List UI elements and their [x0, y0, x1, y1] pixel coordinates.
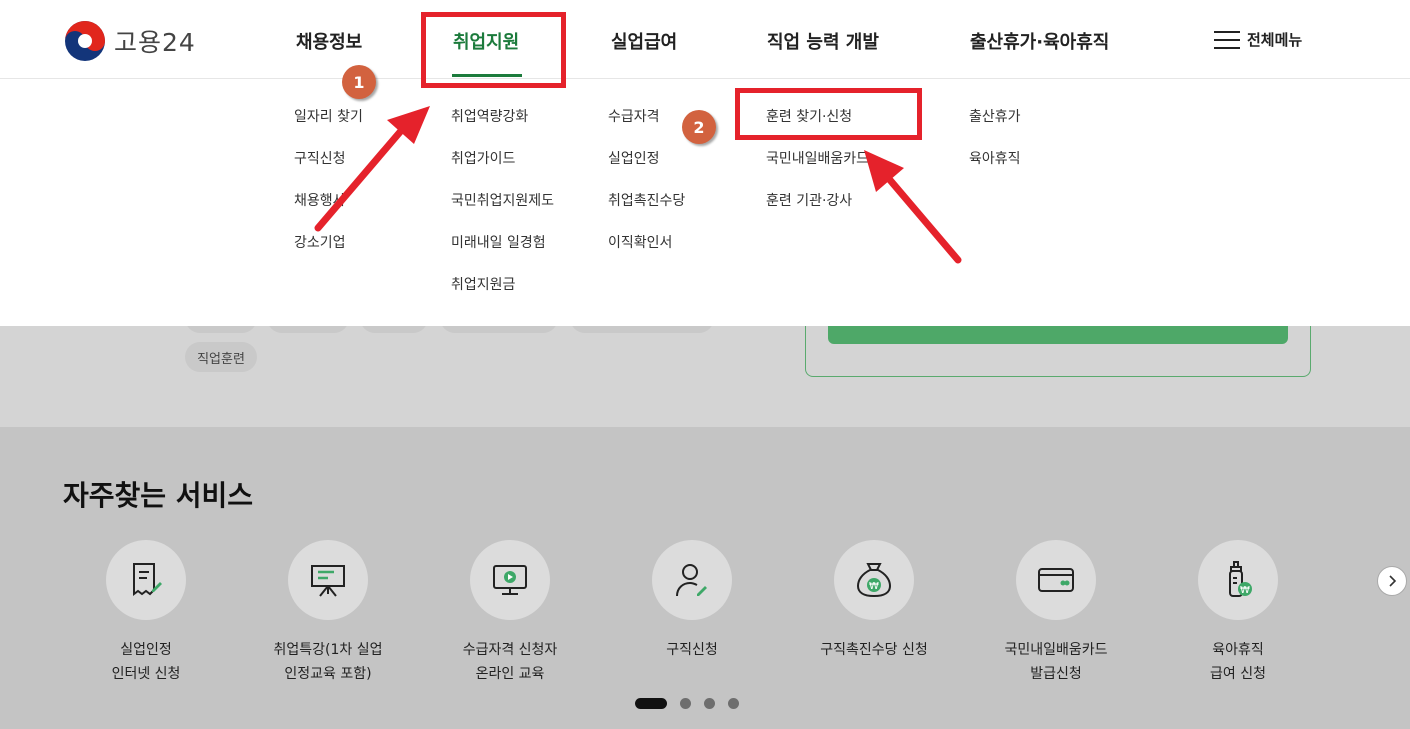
arrow-1-shaft — [314, 128, 404, 232]
arrow-2-shaft — [886, 176, 962, 264]
annotation-arrows — [314, 106, 962, 264]
